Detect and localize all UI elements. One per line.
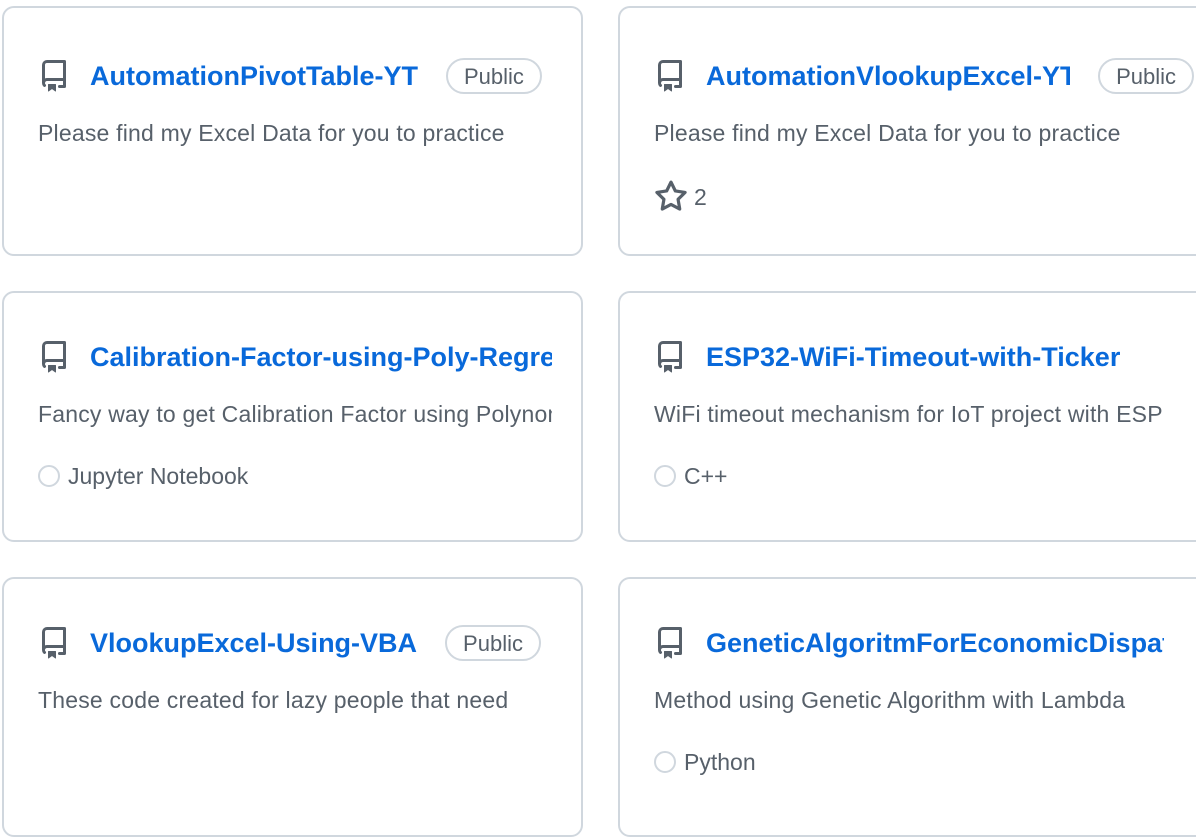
repo-title-row: AutomationPivotTable-YT Public bbox=[38, 56, 552, 96]
repo-card: VlookupExcel-Using-VBA Public These code… bbox=[2, 577, 583, 837]
repo-card: AutomationVlookupExcel-YT Public Please … bbox=[618, 6, 1196, 256]
repo-card-content: AutomationVlookupExcel-YT Public Please … bbox=[654, 56, 1194, 214]
language-color-dot bbox=[654, 465, 676, 487]
repo-meta: Python bbox=[654, 745, 1194, 779]
stars-count[interactable]: 2 bbox=[694, 184, 707, 211]
repo-description: WiFi timeout mechanism for IoT project w… bbox=[654, 401, 1162, 427]
repo-meta: C++ bbox=[654, 459, 1194, 493]
repo-card-content: GeneticAlgoritmForEconomicDispatch Metho… bbox=[654, 623, 1194, 779]
repo-name-link[interactable]: AutomationVlookupExcel-YT bbox=[706, 61, 1070, 92]
repo-card-content: VlookupExcel-Using-VBA Public These code… bbox=[38, 623, 552, 717]
language-label: Jupyter Notebook bbox=[68, 462, 249, 489]
repo-description: Method using Genetic Algorithm with Lamb… bbox=[654, 687, 1126, 713]
repo-card: ESP32-WiFi-Timeout-with-Ticker WiFi time… bbox=[618, 291, 1196, 542]
repo-meta: Jupyter Notebook bbox=[38, 459, 552, 493]
repo-name-link[interactable]: Calibration-Factor-using-Poly-Regression bbox=[90, 342, 552, 373]
repo-icon bbox=[38, 341, 70, 373]
visibility-badge: Public bbox=[446, 58, 542, 94]
language-color-dot bbox=[38, 465, 60, 487]
repo-meta: 2 bbox=[654, 180, 1194, 214]
repo-name-link[interactable]: VlookupExcel-Using-VBA bbox=[90, 628, 417, 659]
repo-description: Please find my Excel Data for you to pra… bbox=[654, 120, 1121, 146]
repo-description: Fancy way to get Calibration Factor usin… bbox=[38, 401, 552, 427]
visibility-badge: Public bbox=[1098, 58, 1194, 94]
repo-icon bbox=[654, 341, 686, 373]
repo-card-content: AutomationPivotTable-YT Public Please fi… bbox=[38, 56, 552, 150]
repo-card: AutomationPivotTable-YT Public Please fi… bbox=[2, 6, 583, 256]
repo-icon bbox=[38, 627, 70, 659]
repo-card: Calibration-Factor-using-Poly-Regression… bbox=[2, 291, 583, 542]
repo-card-content: Calibration-Factor-using-Poly-Regression… bbox=[38, 337, 552, 493]
language-label: C++ bbox=[684, 462, 728, 489]
repo-icon bbox=[654, 60, 686, 92]
star-icon[interactable] bbox=[654, 180, 688, 214]
repo-name-link[interactable]: AutomationPivotTable-YT bbox=[90, 61, 418, 92]
repo-title-row: GeneticAlgoritmForEconomicDispatch bbox=[654, 623, 1194, 663]
repo-card-content: ESP32-WiFi-Timeout-with-Ticker WiFi time… bbox=[654, 337, 1194, 493]
repo-title-row: VlookupExcel-Using-VBA Public bbox=[38, 623, 552, 663]
visibility-badge: Public bbox=[445, 625, 541, 661]
repo-title-row: ESP32-WiFi-Timeout-with-Ticker bbox=[654, 337, 1194, 377]
repo-title-row: AutomationVlookupExcel-YT Public bbox=[654, 56, 1194, 96]
repo-title-row: Calibration-Factor-using-Poly-Regression bbox=[38, 337, 552, 377]
language-label: Python bbox=[684, 748, 756, 775]
repo-name-link[interactable]: GeneticAlgoritmForEconomicDispatch bbox=[706, 628, 1164, 659]
repo-description: These code created for lazy people that … bbox=[38, 687, 509, 713]
repo-name-link[interactable]: ESP32-WiFi-Timeout-with-Ticker bbox=[706, 342, 1120, 373]
repo-description: Please find my Excel Data for you to pra… bbox=[38, 120, 505, 146]
repo-card: GeneticAlgoritmForEconomicDispatch Metho… bbox=[618, 577, 1196, 837]
language-color-dot bbox=[654, 751, 676, 773]
repo-icon bbox=[38, 60, 70, 92]
repo-icon bbox=[654, 627, 686, 659]
